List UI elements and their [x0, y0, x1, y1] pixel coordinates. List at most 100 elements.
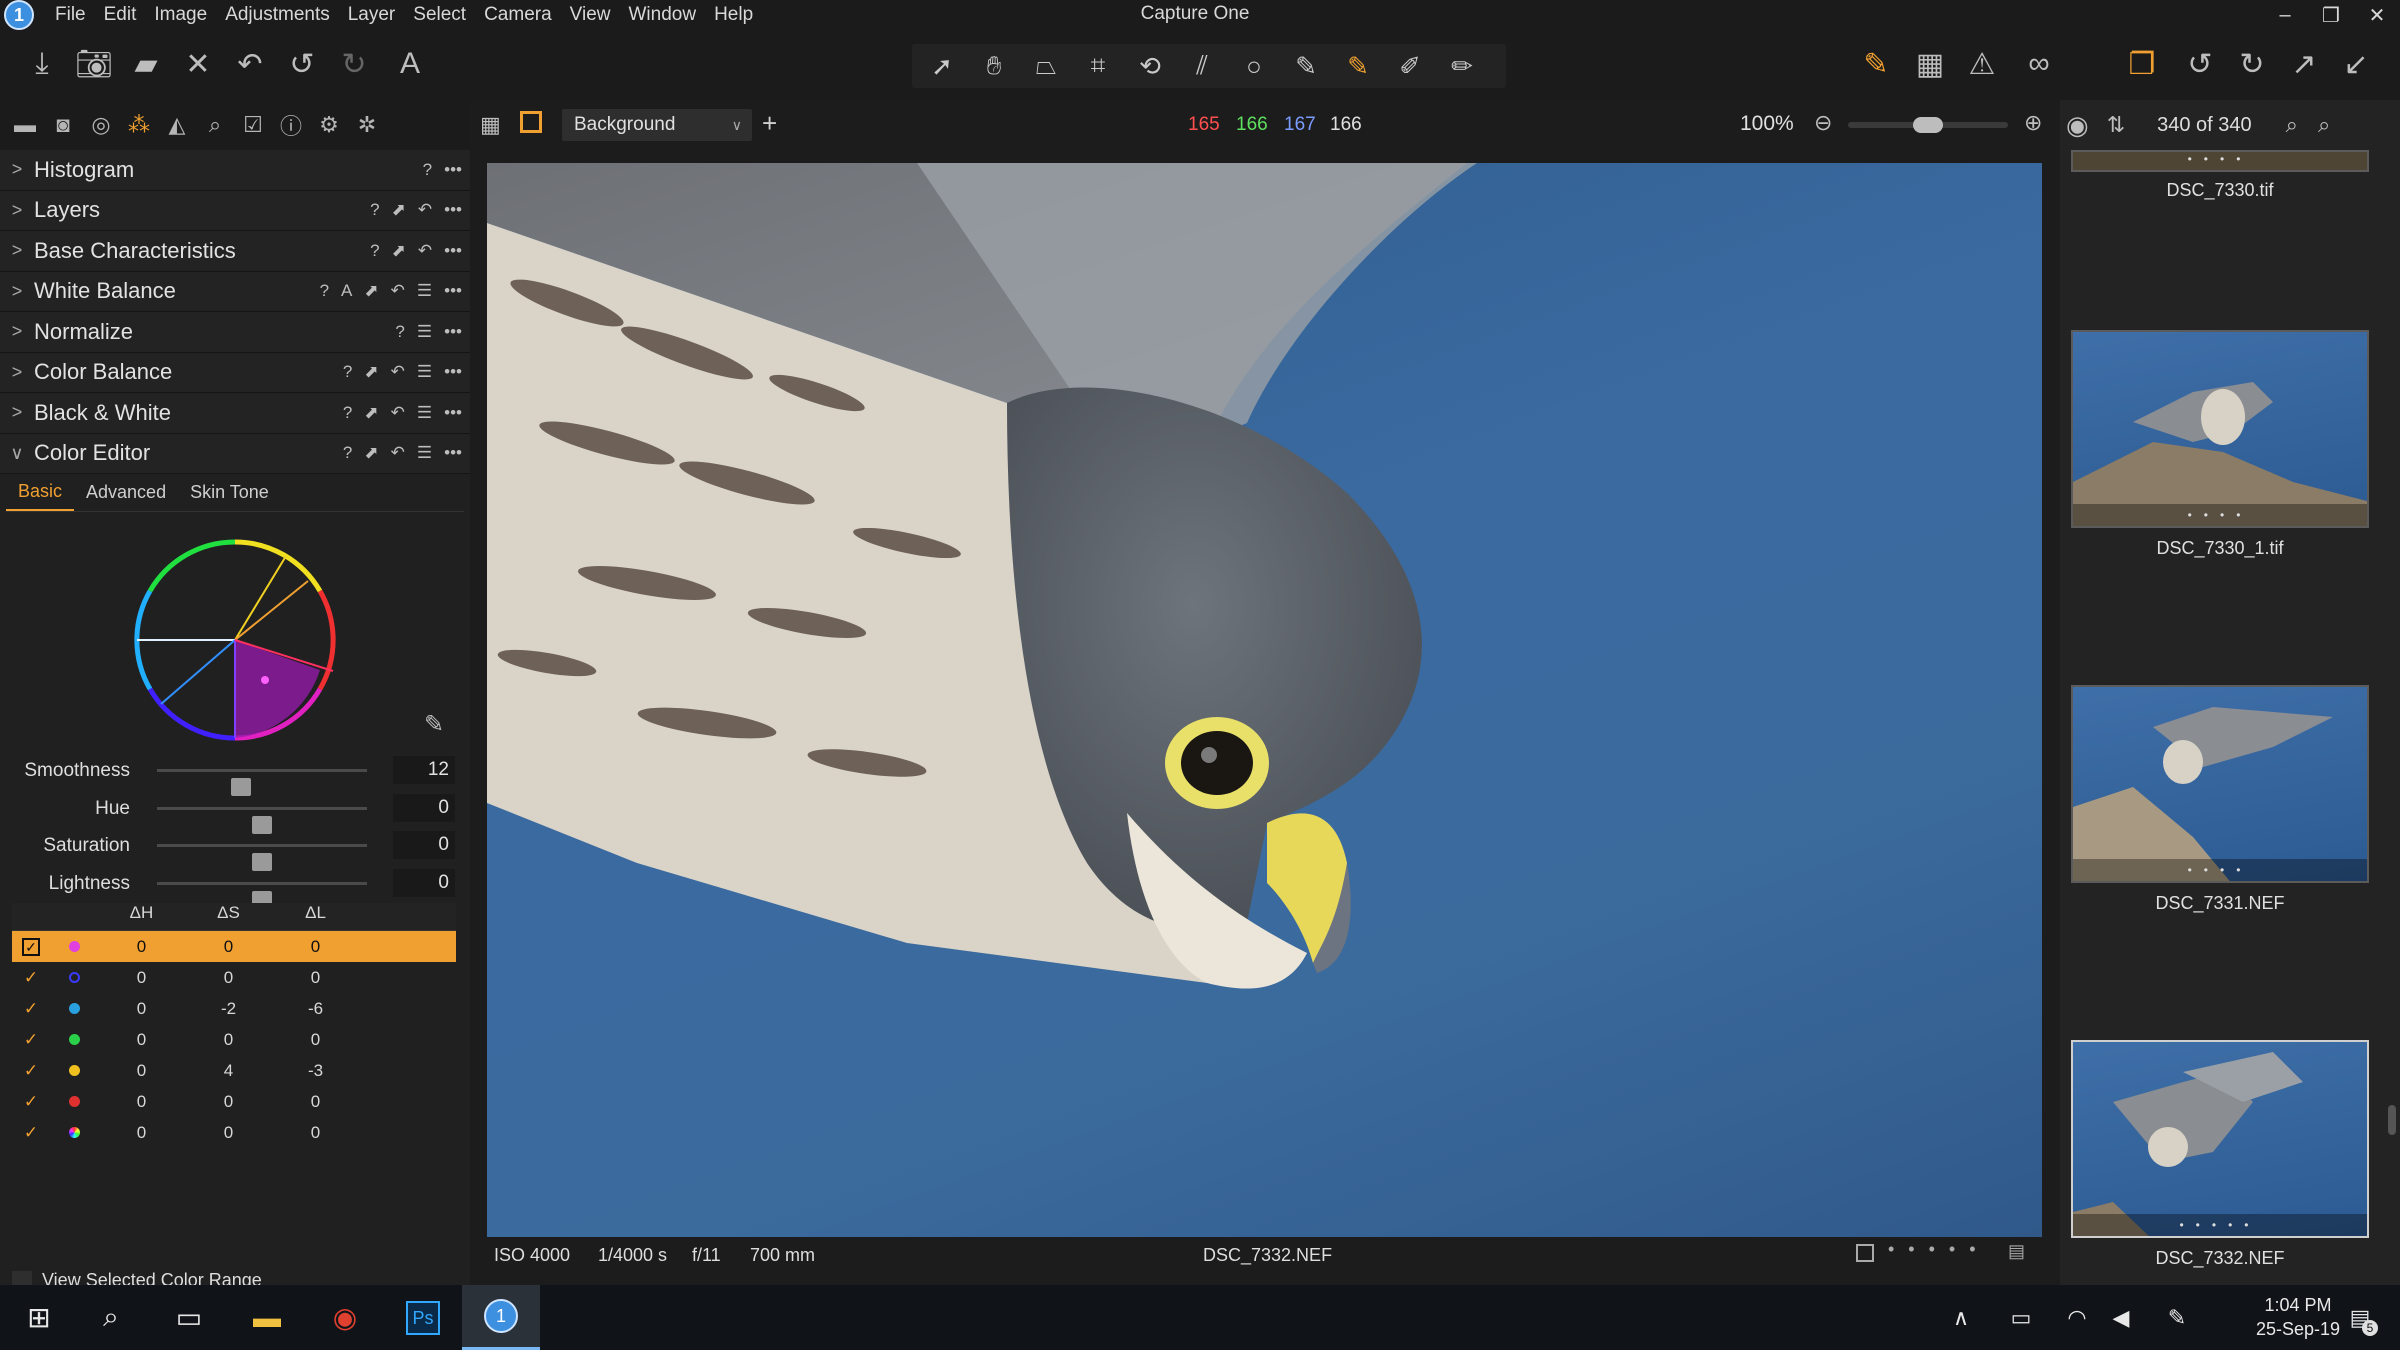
enable-checkbox[interactable]: ✓	[12, 999, 50, 1019]
more-icon[interactable]: •••	[444, 443, 462, 463]
select-tool-icon[interactable]: ➚	[922, 48, 962, 84]
menu-window[interactable]: Window	[620, 4, 706, 26]
slider-value[interactable]: 0	[393, 831, 455, 859]
thumbnail-image[interactable]: ••••	[2071, 330, 2369, 528]
photoshop-icon[interactable]: Ps	[384, 1285, 462, 1350]
tool-white-balance[interactable]: > White Balance ? A ⬈ ↶ ☰ •••	[0, 271, 470, 312]
more-icon[interactable]: •••	[444, 281, 462, 301]
tab-advanced[interactable]: Advanced	[74, 474, 178, 511]
slider-track[interactable]	[157, 806, 367, 834]
color-picker-icon[interactable]: ✎	[1286, 48, 1326, 84]
rotate-tool-icon[interactable]: ⟲	[1130, 48, 1170, 84]
copy-icon[interactable]: ⬈	[364, 443, 378, 463]
reset-icon[interactable]: ↶	[418, 200, 432, 220]
pan-tool-icon[interactable]: ✋︎	[974, 48, 1014, 84]
thumbnail-image[interactable]: ••••	[2071, 685, 2369, 883]
gradient-mask-icon[interactable]: ✐	[1390, 48, 1430, 84]
thumbnail-image[interactable]: ••••	[2071, 150, 2369, 172]
task-view-icon[interactable]: ▭	[150, 1285, 228, 1350]
menu-image[interactable]: Image	[145, 4, 216, 26]
mask-brush-icon[interactable]: ✎	[1338, 48, 1378, 84]
slider-value[interactable]: 0	[393, 868, 455, 897]
table-row[interactable]: ✓ 0 0 0	[12, 1024, 456, 1055]
search-icon[interactable]: ⌕	[72, 1285, 150, 1350]
thumbnail-card[interactable]: •••• DSC_7331.NEF	[2071, 685, 2369, 914]
reset-icon[interactable]: ↶	[391, 403, 405, 423]
camera-icon[interactable]: 📷︎	[74, 44, 114, 84]
batch-tab-icon[interactable]: ✲	[348, 105, 386, 145]
more-icon[interactable]: •••	[444, 160, 462, 180]
restore-button[interactable]: ❐	[2308, 0, 2354, 30]
thumbnail-card[interactable]: ••••• DSC_7332.NEF	[2071, 1040, 2369, 1269]
tool-normalize[interactable]: > Normalize ? ☰ •••	[0, 312, 470, 353]
edit-selected-icon[interactable]: ✎	[1856, 44, 1896, 84]
eyedropper-icon[interactable]: ✎	[424, 710, 444, 739]
reset-icon[interactable]: ↶	[391, 443, 405, 463]
tool-black-white[interactable]: > Black & White ? ⬈ ↶ ☰ •••	[0, 393, 470, 434]
exposure-tab-icon[interactable]: ◭	[158, 105, 196, 145]
pen-icon[interactable]: ✎	[2152, 1285, 2202, 1350]
tool-layers[interactable]: > Layers ? ⬈ ↶ •••	[0, 190, 470, 231]
metadata-tab-icon[interactable]: ⓘ	[272, 105, 310, 145]
more-icon[interactable]: •••	[444, 362, 462, 382]
delete-icon[interactable]: ✕	[178, 44, 218, 84]
filter-icon[interactable]: ⌕	[2286, 112, 2298, 138]
straighten-tool-icon[interactable]: ⫽	[1182, 48, 1222, 84]
color-tab-icon[interactable]: ⁂	[120, 105, 158, 145]
slider-value[interactable]: 0	[393, 793, 455, 822]
output-tab-icon[interactable]: ⚙	[310, 105, 348, 145]
menu-layer[interactable]: Layer	[339, 4, 405, 26]
help-icon[interactable]: ?	[395, 322, 404, 342]
zoom-slider[interactable]	[1848, 117, 2008, 133]
copy-icon[interactable]: ⬈	[364, 362, 378, 382]
help-icon[interactable]: ?	[343, 403, 352, 423]
crop-tool-icon[interactable]: ⌗	[1078, 48, 1118, 84]
layer-select[interactable]: Background ∨	[562, 109, 752, 141]
more-icon[interactable]: •••	[444, 241, 462, 261]
apply-arrow-icon[interactable]: ↙	[2336, 44, 2376, 84]
capture-one-taskbar-icon[interactable]: 1	[462, 1285, 540, 1350]
zoom-slider-thumb[interactable]	[1913, 117, 1943, 133]
help-icon[interactable]: ?	[370, 241, 379, 261]
single-view-icon[interactable]	[520, 111, 542, 133]
enable-checkbox[interactable]: ✓	[12, 937, 50, 957]
presets-icon[interactable]: ☰	[417, 281, 432, 301]
menu-file[interactable]: File	[46, 4, 95, 26]
keystone-tool-icon[interactable]: ⏢	[1026, 48, 1066, 84]
table-row[interactable]: ✓ 0 0 0	[12, 1117, 456, 1148]
capture-tab-icon[interactable]: ◙	[44, 105, 82, 145]
reset-icon[interactable]: ↺	[2180, 44, 2220, 84]
zoom-out-icon[interactable]: ⊖	[1814, 110, 1832, 136]
thumbnail-card[interactable]: •••• DSC_7330.tif	[2071, 150, 2369, 201]
table-row[interactable]: ✓ 0 0 0	[12, 962, 456, 993]
system-clock[interactable]: 1:04 PM 25-Sep-19	[2256, 1293, 2340, 1341]
rotate-right-icon[interactable]: ↻	[2232, 44, 2272, 84]
star-rating-dots[interactable]: •••••	[1888, 1239, 1990, 1260]
enable-checkbox[interactable]: ✓	[12, 968, 50, 988]
tool-color-editor[interactable]: ∨ Color Editor ? ⬈ ↶ ☰ •••	[0, 433, 470, 474]
more-icon[interactable]: •••	[444, 200, 462, 220]
enable-checkbox[interactable]: ✓	[12, 1092, 50, 1112]
copy-icon[interactable]: ⬈	[392, 241, 406, 261]
menu-camera[interactable]: Camera	[475, 4, 561, 26]
tool-base-characteristics[interactable]: > Base Characteristics ? ⬈ ↶ •••	[0, 231, 470, 272]
close-button[interactable]: ✕	[2354, 0, 2400, 30]
auto-icon[interactable]: A	[341, 281, 352, 301]
copy-icon[interactable]: ⬈	[364, 281, 378, 301]
spot-removal-icon[interactable]: ○	[1234, 48, 1274, 84]
image-viewer[interactable]	[470, 150, 2060, 1237]
help-icon[interactable]: ?	[423, 160, 432, 180]
undo-icon[interactable]: ↺	[282, 44, 322, 84]
chrome-icon[interactable]: ◉	[306, 1285, 384, 1350]
presets-icon[interactable]: ☰	[417, 443, 432, 463]
tool-histogram[interactable]: > Histogram ? •••	[0, 150, 470, 191]
import-icon[interactable]: ⤓	[22, 44, 62, 84]
table-row[interactable]: ✓ 0 4 -3	[12, 1055, 456, 1086]
zoom-in-icon[interactable]: ⊕	[2024, 110, 2042, 136]
presets-icon[interactable]: ☰	[417, 322, 432, 342]
more-icon[interactable]: •••	[444, 403, 462, 423]
menu-adjustments[interactable]: Adjustments	[216, 4, 339, 26]
copy-arrow-icon[interactable]: ↗	[2284, 44, 2324, 84]
more-icon[interactable]: •••	[444, 322, 462, 342]
chevron-up-icon[interactable]: ∧	[1936, 1285, 1986, 1350]
